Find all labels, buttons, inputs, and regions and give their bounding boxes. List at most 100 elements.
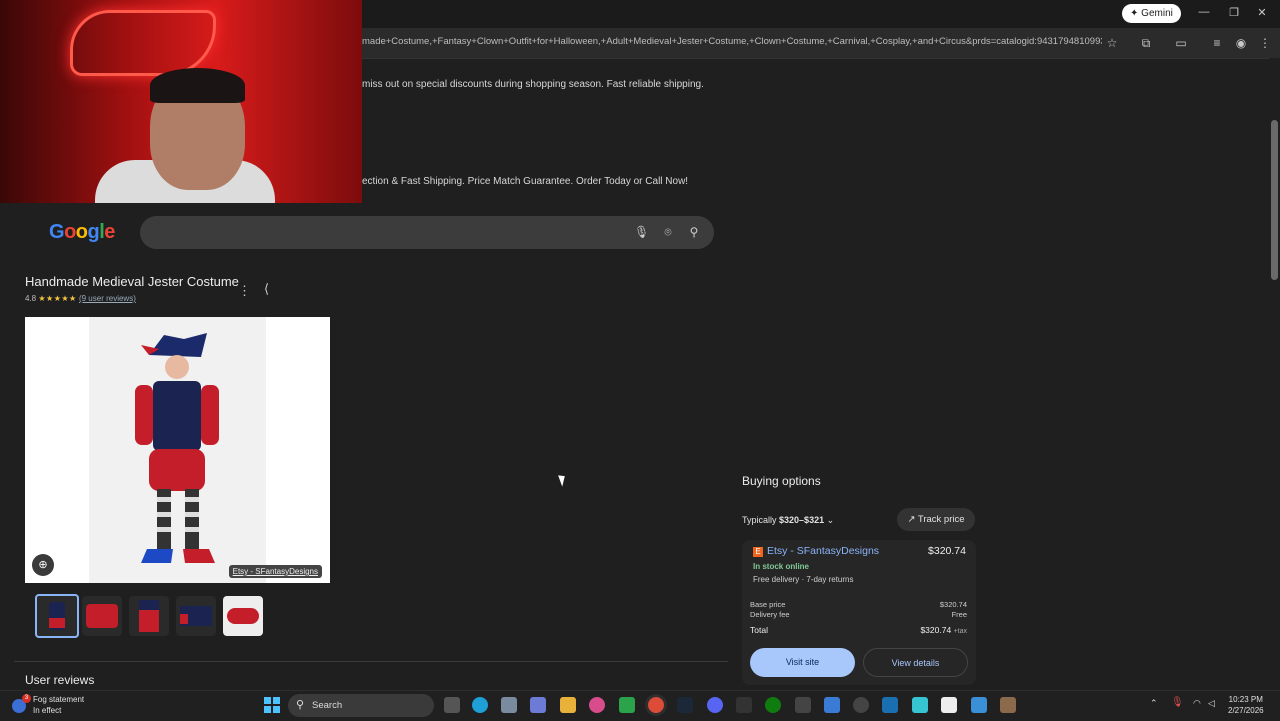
visit-site-button[interactable]: Visit site	[750, 648, 855, 677]
product-title: Handmade Medieval Jester Costume	[25, 274, 239, 289]
delivery-fee-row: Delivery fee Free	[750, 610, 967, 619]
person-hair	[150, 68, 245, 103]
photos-icon[interactable]	[824, 697, 840, 713]
chevron-down-icon: ⌄	[826, 515, 835, 525]
mouse-cursor-icon	[558, 473, 568, 487]
seller-link[interactable]: E Etsy - SFantasyDesigns	[753, 545, 879, 557]
weather-subtitle: In effect	[33, 706, 62, 715]
thumbnail-5[interactable]	[223, 596, 263, 636]
tray-chevron-icon[interactable]: ⌃	[1150, 698, 1158, 709]
notepad-icon[interactable]	[941, 697, 957, 713]
volume-icon[interactable]: ◁	[1208, 698, 1215, 709]
app-icon-4[interactable]	[912, 697, 928, 713]
gemini-button[interactable]: ✦ Gemini	[1122, 4, 1181, 23]
webcam-overlay	[0, 0, 362, 203]
clock-date: 2/27/2026	[1228, 706, 1264, 715]
copilot-icon[interactable]	[530, 697, 546, 713]
mic-tray-icon[interactable]: 🎙	[1171, 697, 1184, 708]
close-icon[interactable]: ✕	[1254, 6, 1270, 19]
weather-badge: 3	[22, 694, 31, 703]
reviews-link[interactable]: (9 user reviews)	[79, 294, 136, 303]
file-explorer-icon[interactable]	[560, 697, 576, 713]
app-icon-2[interactable]	[853, 697, 869, 713]
costume-photo	[89, 317, 266, 583]
buying-options-title: Buying options	[742, 474, 821, 488]
typically-range: $320–$321	[779, 515, 825, 525]
wifi-icon[interactable]: ◠	[1193, 698, 1201, 709]
app-icon-6[interactable]	[1000, 697, 1016, 713]
lens-icon[interactable]: ⌾	[661, 225, 675, 239]
taskbar-search[interactable]: ⚲ Search	[288, 694, 434, 717]
app-icon-5[interactable]	[971, 697, 987, 713]
xbox-icon[interactable]	[765, 697, 781, 713]
total-label: Total	[750, 625, 768, 635]
thumbnail-4[interactable]	[176, 596, 216, 636]
offer-card: E Etsy - SFantasyDesigns $320.74 In stock…	[742, 540, 976, 685]
typical-price-dropdown[interactable]: Typically $320–$321 ⌄	[742, 515, 834, 526]
system-clock[interactable]: 10:23 PM 2/27/2026	[1228, 694, 1264, 716]
rating-row: 4.8 ★★★★★ (9 user reviews)	[25, 294, 136, 303]
thumbnail-3[interactable]	[129, 596, 169, 636]
discord-icon[interactable]	[707, 697, 723, 713]
track-price-button[interactable]: ↗ Track price	[897, 508, 975, 531]
user-reviews-heading: User reviews	[25, 673, 95, 687]
base-price-label: Base price	[750, 600, 786, 609]
trend-icon: ↗	[907, 514, 916, 525]
cast-icon[interactable]: ▭	[1172, 34, 1190, 52]
game-app-icon[interactable]	[619, 697, 635, 713]
thumbnail-1[interactable]	[35, 594, 79, 638]
search-input[interactable]: 🎙 ⌾ ⚲	[140, 216, 714, 249]
ad-text-2: ection & Fast Shipping. Price Match Guar…	[362, 176, 689, 187]
stock-status: In stock online	[753, 562, 810, 571]
share-icon[interactable]: ⟨	[264, 281, 269, 297]
microphone-icon[interactable]: 🎙	[634, 225, 649, 239]
delivery-fee-value: Free	[951, 610, 967, 619]
page-scrollbar[interactable]	[1269, 58, 1280, 690]
source-badge[interactable]: Etsy - SFantasyDesigns	[228, 565, 322, 578]
more-options-icon[interactable]: ⋮	[238, 283, 251, 299]
zoom-icon[interactable]: ⊕	[32, 554, 54, 576]
app-icon-3[interactable]	[882, 697, 898, 713]
track-price-label: Track price	[917, 514, 965, 525]
steam-icon[interactable]	[677, 697, 693, 713]
total-amount: $320.74	[920, 625, 952, 635]
g-hub-icon[interactable]	[736, 697, 752, 713]
neon-sign	[70, 10, 216, 76]
menu-icon[interactable]: ⋮	[1256, 34, 1274, 52]
ad-text-1: miss out on special discounts during sho…	[362, 79, 704, 90]
app-icon-1[interactable]	[795, 697, 811, 713]
taskbar-search-label: Search	[312, 700, 343, 711]
restore-icon[interactable]: ❐	[1226, 6, 1242, 19]
weather-widget[interactable]: Fog statement In effect	[33, 694, 84, 716]
jester-figure	[135, 333, 219, 563]
rating-stars: ★★★★★	[38, 294, 77, 303]
total-row: Total $320.74 +tax	[750, 625, 967, 635]
gemini-label: Gemini	[1141, 8, 1173, 19]
view-details-button[interactable]: View details	[863, 648, 968, 677]
start-windows-icon[interactable]	[264, 697, 280, 713]
bookmark-star-icon[interactable]: ☆	[1103, 34, 1121, 52]
edge-icon[interactable]	[472, 697, 488, 713]
thumbnail-2[interactable]	[82, 596, 122, 636]
base-price-value: $320.74	[939, 600, 967, 609]
url-text[interactable]: made+Costume,+Fantasy+Clown+Outfit+for+H…	[362, 36, 1102, 47]
minimize-icon[interactable]: —	[1196, 6, 1212, 18]
task-view-icon[interactable]	[444, 697, 460, 713]
search-icon[interactable]: ⚲	[687, 225, 701, 239]
product-main-image[interactable]: ⊕ Etsy - SFantasyDesigns	[25, 317, 330, 583]
scrollbar-thumb[interactable]	[1271, 120, 1278, 280]
windows-taskbar: 3 Fog statement In effect ⚲ Search ⌃ 🎙 ◠…	[0, 690, 1280, 721]
section-divider	[14, 661, 728, 662]
profile-icon[interactable]: ◉	[1232, 34, 1250, 52]
extensions-icon[interactable]: ⧉	[1137, 34, 1155, 52]
taskbar-search-icon: ⚲	[296, 699, 305, 711]
seller-name: Etsy - SFantasyDesigns	[767, 545, 880, 557]
typically-label: Typically	[742, 515, 777, 525]
itunes-icon[interactable]	[589, 697, 605, 713]
chrome-icon[interactable]	[648, 697, 664, 713]
google-logo[interactable]: Google	[49, 221, 115, 244]
media-icon[interactable]: ≡	[1208, 34, 1226, 52]
base-price-row: Base price $320.74	[750, 600, 967, 609]
settings-icon[interactable]	[501, 697, 517, 713]
weather-title: Fog statement	[33, 695, 85, 704]
